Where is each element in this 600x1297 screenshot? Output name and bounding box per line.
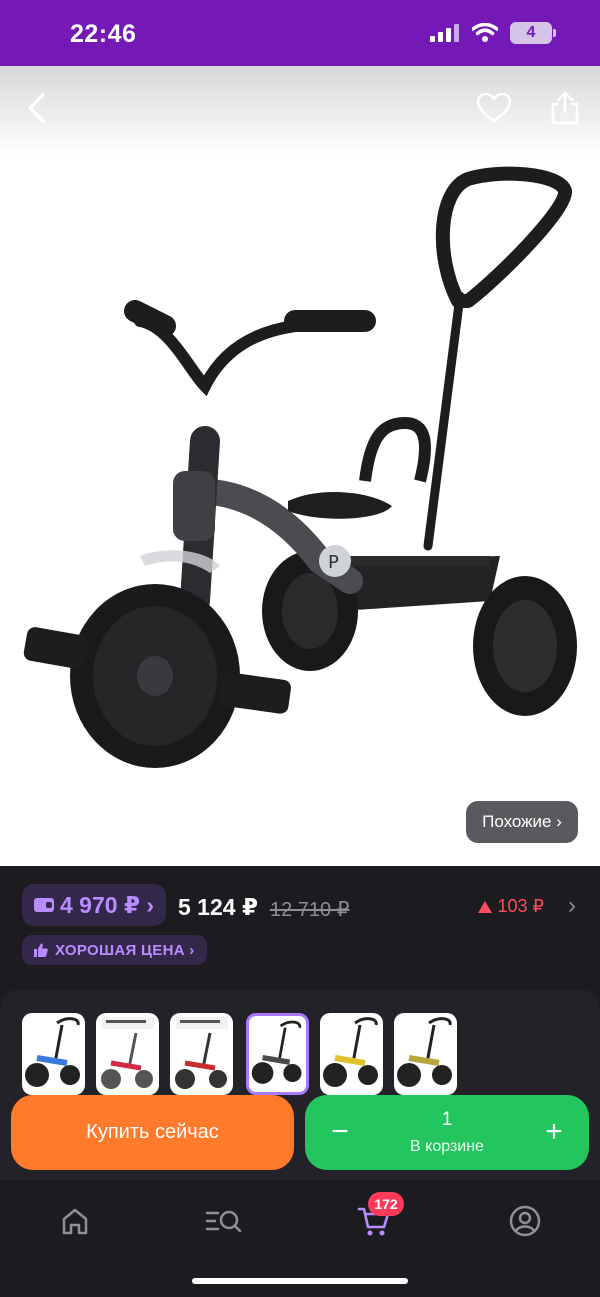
favorite-button[interactable] [474,88,514,128]
nav-catalog[interactable] [202,1199,246,1243]
buy-now-button[interactable]: Купить сейчас [11,1095,294,1170]
good-price-label: ХОРОШАЯ ЦЕНА › [55,941,195,959]
thumbs-up-icon [34,943,48,957]
variant-tricycle-image [175,1017,228,1089]
tricycle-image: P [23,166,577,768]
wallet-price-button[interactable]: 4 970 ₽ › [22,884,166,926]
share-icon [551,91,579,125]
variant-tricycle-image [25,1017,80,1087]
wallet-icon [34,898,54,912]
catalog-search-icon [205,1210,242,1233]
good-price-badge[interactable]: ХОРОШАЯ ЦЕНА › [22,935,207,965]
cart-count-badge: 172 [368,1192,404,1216]
variant-thumbnail-olive[interactable] [394,1013,457,1095]
svg-text:P: P [328,552,339,573]
nav-home[interactable] [53,1199,97,1243]
triangle-up-icon [477,900,492,913]
profile-icon [509,1205,541,1237]
variant-tricycle-image [251,1020,302,1084]
signal-icon [430,24,459,42]
price-change-value: 103 ₽ [497,896,545,916]
nav-profile[interactable] [503,1199,547,1243]
price-card: 4 970 ₽ › 5 124 ₽ 12 710 ₽ 103 ₽ › ХОРОШ… [0,866,600,978]
variant-thumbnail-blue[interactable] [22,1013,85,1095]
regular-price: 5 124 ₽ [178,894,258,920]
variant-thumbnail-pink[interactable] [96,1013,159,1095]
home-icon [62,1208,88,1235]
variant-thumbnail-red[interactable] [170,1013,233,1095]
status-icons: 4 [430,22,556,44]
status-time: 22:46 [70,20,137,48]
back-button[interactable] [16,88,56,128]
chevron-left-icon [28,93,45,123]
home-indicator [192,1278,408,1284]
product-gallery[interactable]: P Похожие › [0,66,600,866]
status-bar: 22:46 4 [0,0,600,66]
share-button[interactable] [545,88,585,128]
variant-tricycle-image [323,1017,378,1087]
wallet-price-value: 4 970 ₽ › [60,891,154,918]
increase-quantity-button[interactable]: + [537,1115,571,1149]
chevron-right-icon[interactable]: › [568,892,576,920]
old-price: 12 710 ₽ [270,899,350,921]
variant-tricycle-image [397,1017,452,1087]
variant-tricycle-image [101,1017,154,1089]
similar-products-button[interactable]: Похожие › [466,801,578,843]
price-change[interactable]: 103 ₽ [477,896,545,917]
heart-icon [477,93,511,123]
variant-thumbnail-gray[interactable] [246,1013,309,1095]
battery-indicator: 4 [510,22,556,44]
wifi-icon [472,23,498,42]
cart-quantity-control: − 1 В корзине + [305,1095,589,1170]
variant-thumbnail-yellow[interactable] [320,1013,383,1095]
